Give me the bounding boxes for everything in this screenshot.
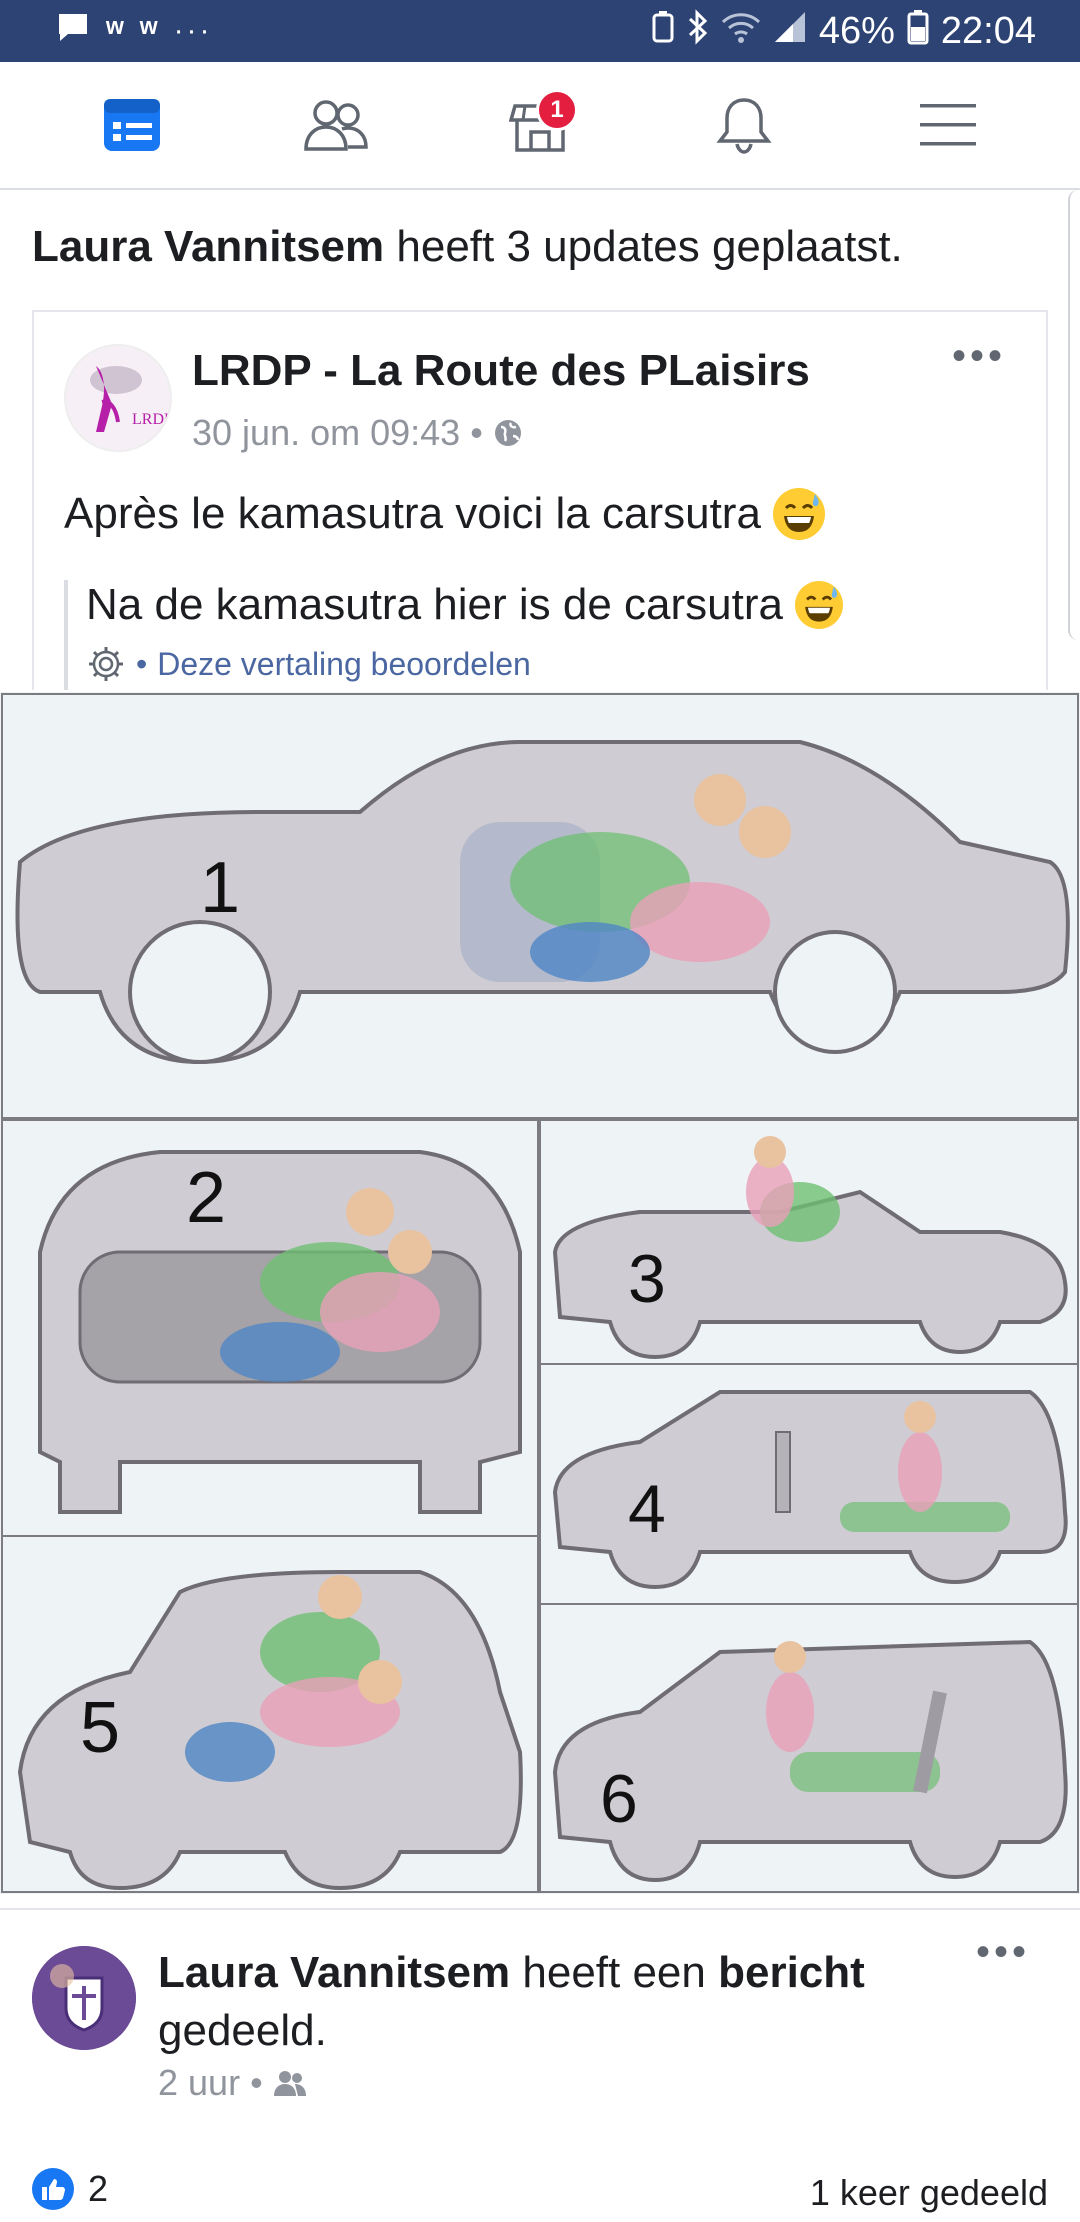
w-app-icon: ʷ bbox=[139, 11, 158, 50]
marketplace-badge: 1 bbox=[536, 89, 578, 131]
status-bar: ʷ ʷ ··· 46% 22:04 bbox=[0, 0, 1080, 62]
like-count: 2 bbox=[88, 2168, 109, 2209]
status-bar-left: ʷ ʷ ··· bbox=[56, 10, 213, 52]
translated-message: Na de kamasutra hier is de carsutra bbox=[86, 580, 783, 629]
share-time[interactable]: 2 uur bbox=[158, 2062, 240, 2104]
gear-icon bbox=[89, 647, 123, 681]
battery-icon bbox=[907, 9, 929, 54]
shared-post: Laura Vannitsem heeft een bericht gedeel… bbox=[0, 1908, 1080, 2222]
rate-separator: • bbox=[136, 645, 148, 682]
update-author[interactable]: Laura Vannitsem bbox=[32, 222, 384, 271]
svg-text:3: 3 bbox=[628, 1241, 666, 1317]
update-header: Laura Vannitsem heeft 3 updates geplaats… bbox=[32, 222, 903, 272]
translation-text: Na de kamasutra hier is de carsutra bbox=[86, 580, 843, 630]
share-text-end: gedeeld. bbox=[158, 2006, 327, 2055]
hamburger-icon bbox=[920, 104, 976, 146]
more-icon: ··· bbox=[173, 14, 213, 47]
nav-notifications[interactable] bbox=[684, 75, 804, 175]
nav-menu[interactable] bbox=[888, 75, 1008, 175]
news-feed-icon bbox=[104, 99, 160, 151]
post-image[interactable]: 1 2 3 4 5 6 bbox=[0, 692, 1080, 1894]
svg-text:5: 5 bbox=[80, 1688, 120, 1768]
post-message: Après le kamasutra voici la carsutra bbox=[64, 489, 761, 538]
translation-block: Na de kamasutra hier is de carsutra • De… bbox=[64, 580, 843, 690]
grinning-sweat-emoji-icon bbox=[772, 488, 825, 540]
grinning-sweat-emoji-icon bbox=[794, 581, 843, 629]
rate-translation-row[interactable]: • Deze vertaling beoordelen bbox=[86, 644, 843, 684]
share-options-button[interactable]: ••• bbox=[976, 1930, 1030, 1975]
svg-text:6: 6 bbox=[600, 1761, 638, 1837]
share-text-bold[interactable]: bericht bbox=[718, 1948, 865, 1997]
car-illustration-2: 2 bbox=[38, 1150, 522, 1514]
nav-news-feed[interactable] bbox=[72, 75, 192, 175]
globe-icon bbox=[494, 420, 521, 446]
friends-icon bbox=[273, 2071, 306, 2096]
post-text: Après le kamasutra voici la carsutra bbox=[64, 488, 825, 540]
message-icon bbox=[56, 10, 90, 52]
bell-icon bbox=[716, 98, 772, 154]
reaction-summary[interactable]: 2 bbox=[32, 2168, 108, 2210]
share-text-mid: heeft een bbox=[522, 1948, 706, 1997]
post-options-button[interactable]: ••• bbox=[952, 334, 1006, 379]
like-icon bbox=[32, 2168, 74, 2210]
post-card: LRDP LRDP - La Route des PLaisirs 30 jun… bbox=[32, 310, 1048, 690]
share-meta: 2 uur • bbox=[158, 2062, 307, 2104]
nav-marketplace[interactable]: 1 bbox=[480, 75, 600, 175]
share-text: Laura Vannitsem heeft een bericht gedeel… bbox=[158, 1944, 958, 2060]
svg-text:LRDP: LRDP bbox=[132, 411, 170, 428]
svg-text:2: 2 bbox=[186, 1158, 226, 1238]
meta-separator: • bbox=[250, 2062, 263, 2103]
svg-text:4: 4 bbox=[628, 1471, 666, 1547]
clock: 22:04 bbox=[940, 9, 1036, 52]
svg-text:1: 1 bbox=[200, 848, 240, 928]
w-app-icon: ʷ bbox=[106, 11, 124, 50]
share-author[interactable]: Laura Vannitsem bbox=[158, 1948, 510, 1997]
scroll-edge bbox=[1068, 190, 1080, 640]
rate-translation-link[interactable]: Deze vertaling beoordelen bbox=[157, 646, 531, 683]
share-count[interactable]: 1 keer gedeeld bbox=[810, 2172, 1048, 2214]
meta-separator: • bbox=[470, 412, 483, 453]
nav-friends[interactable] bbox=[276, 75, 396, 175]
battery-saver-icon bbox=[651, 10, 675, 53]
signal-icon bbox=[773, 10, 807, 53]
update-text: heeft 3 updates geplaatst. bbox=[396, 222, 903, 271]
page-avatar[interactable]: LRDP bbox=[64, 344, 172, 452]
wifi-icon bbox=[721, 10, 761, 53]
top-nav: 1 bbox=[0, 62, 1080, 190]
bluetooth-icon bbox=[687, 8, 709, 54]
post-time[interactable]: 30 jun. om 09:43 bbox=[192, 412, 460, 454]
battery-percent: 46% bbox=[818, 9, 895, 52]
friends-icon bbox=[304, 100, 368, 151]
status-bar-right: 46% 22:04 bbox=[651, 8, 1036, 54]
user-avatar[interactable] bbox=[32, 1946, 136, 2050]
post-meta: 30 jun. om 09:43 • bbox=[192, 412, 523, 454]
page-name[interactable]: LRDP - La Route des PLaisirs bbox=[192, 346, 810, 396]
